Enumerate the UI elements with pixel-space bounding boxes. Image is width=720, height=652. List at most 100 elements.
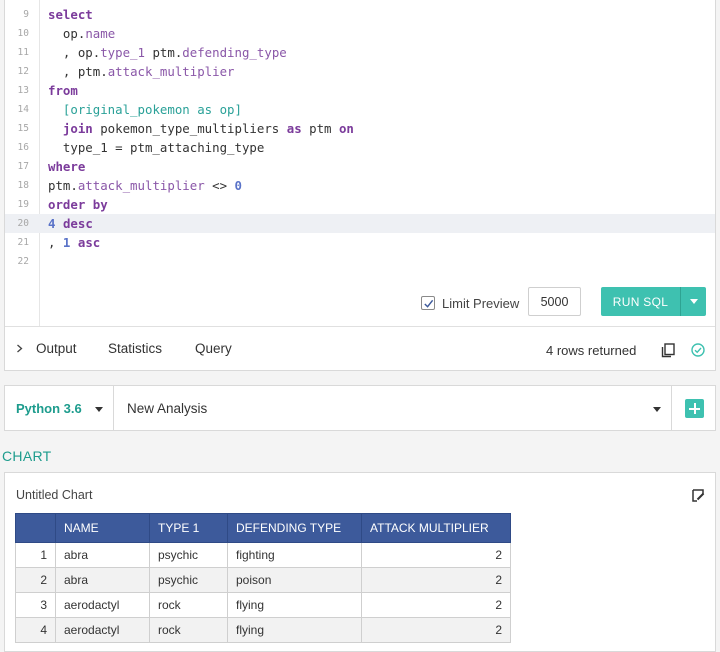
limit-preview-toggle[interactable]: Limit Preview	[421, 291, 519, 315]
code-line[interactable]: 22	[5, 252, 715, 271]
code-token: asc	[77, 235, 101, 250]
chart-title[interactable]: Untitled Chart	[16, 488, 92, 502]
code-token: [original_pokemon as op]	[62, 102, 242, 117]
code-text: op.name	[48, 24, 115, 43]
code-token: defending_type	[182, 45, 287, 60]
line-number: 11	[17, 47, 29, 58]
analysis-bar: Python 3.6 New Analysis	[4, 385, 716, 431]
code-line[interactable]: 20 4 desc	[5, 214, 715, 233]
table-cell: 2	[361, 592, 511, 618]
success-check-icon	[691, 343, 705, 357]
code-line[interactable]: 21 , 1 asc	[5, 233, 715, 252]
code-text: , ptm.attack_multiplier	[48, 62, 235, 81]
table-cell: psychic	[149, 567, 228, 593]
code-token: on	[338, 121, 354, 136]
table-row: 1 abra psychic fighting 2	[15, 542, 511, 568]
table-cell: psychic	[149, 542, 228, 568]
table-cell: fighting	[227, 542, 362, 568]
code-line[interactable]: 9 select	[5, 5, 715, 24]
code-token: ptm.	[144, 45, 183, 60]
line-number: 19	[17, 199, 29, 210]
line-number: 20	[17, 218, 29, 229]
code-text: ptm.attack_multiplier <> 0	[48, 176, 242, 195]
table-row: 2 abra psychic poison 2	[15, 567, 511, 593]
copy-icon[interactable]	[661, 343, 675, 358]
sql-editor[interactable]: 9 select 10 op.name 11 , op.type_1 ptm.defe…	[4, 0, 716, 371]
edit-chart-icon[interactable]	[692, 489, 705, 502]
kernel-label: Python 3.6	[16, 401, 82, 416]
code-token: name	[85, 26, 116, 41]
analysis-dropdown-chevron-icon[interactable]	[653, 407, 661, 412]
chevron-right-icon[interactable]	[15, 344, 24, 353]
kernel-select[interactable]: Python 3.6	[5, 386, 114, 430]
table-cell: flying	[227, 617, 362, 643]
checkmark-icon	[423, 299, 433, 308]
code-line[interactable]: 17 where	[5, 157, 715, 176]
code-line[interactable]: 13 from	[5, 81, 715, 100]
code-token: type_1	[100, 45, 145, 60]
code-line[interactable]: 12 , ptm.attack_multiplier	[5, 62, 715, 81]
limit-rows-input[interactable]	[528, 287, 581, 316]
code-line[interactable]: 16 type_1 = ptm_attaching_type	[5, 138, 715, 157]
line-number: 9	[23, 9, 29, 20]
tab-statistics[interactable]: Statistics	[108, 341, 162, 356]
line-number: 17	[17, 161, 29, 172]
code-line[interactable]: 10 op.name	[5, 24, 715, 43]
line-number: 15	[17, 123, 29, 134]
code-text: type_1 = ptm_attaching_type	[48, 138, 264, 157]
code-token: attack_multiplier	[77, 178, 205, 193]
column-header-defending-type[interactable]: DEFENDING TYPE	[227, 513, 362, 543]
code-token: ,	[48, 235, 63, 250]
table-cell: 2	[361, 567, 511, 593]
table-cell: 3	[15, 592, 56, 618]
code-line[interactable]: 15 join pokemon_type_multipliers as ptm …	[5, 119, 715, 138]
chevron-down-icon	[689, 299, 698, 304]
code-token: op.	[48, 26, 86, 41]
tab-query[interactable]: Query	[195, 341, 232, 356]
table-row: 4 aerodactyl rock flying 2	[15, 617, 511, 643]
table-cell: rock	[149, 592, 228, 618]
analysis-name[interactable]: New Analysis	[127, 401, 207, 416]
line-number: 16	[17, 142, 29, 153]
line-number: 10	[17, 28, 29, 39]
code-text: where	[48, 157, 85, 176]
code-text: [original_pokemon as op]	[48, 100, 242, 119]
rows-returned-text: 4 rows returned	[546, 343, 637, 358]
code-line[interactable]: 11 , op.type_1 ptm.defending_type	[5, 43, 715, 62]
limit-preview-label: Limit Preview	[442, 295, 520, 311]
code-text: order by	[48, 195, 108, 214]
code-token: type_1 = ptm_attaching_type	[48, 140, 265, 155]
code-line[interactable]: 18 ptm.attack_multiplier <> 0	[5, 176, 715, 195]
chart-heading: CHART	[2, 448, 52, 464]
chart-panel: Untitled Chart NAME TYPE 1 DEFENDING TYP…	[4, 472, 716, 652]
table-cell: 1	[15, 542, 56, 568]
column-header-index	[15, 513, 56, 543]
code-token: attack_multiplier	[107, 64, 235, 79]
code-token: select	[48, 7, 93, 22]
add-analysis-button[interactable]	[685, 399, 704, 418]
code-token: , op.	[48, 45, 101, 60]
code-text: , 1 asc	[48, 233, 100, 252]
code-text: , op.type_1 ptm.defending_type	[48, 43, 287, 62]
code-token: ptm	[301, 121, 339, 136]
code-token: <>	[204, 178, 235, 193]
run-options-dropdown[interactable]	[681, 287, 706, 316]
code-text: from	[48, 81, 78, 100]
column-header-name[interactable]: NAME	[55, 513, 150, 543]
tab-output[interactable]: Output	[36, 341, 77, 356]
code-token: from	[48, 83, 78, 98]
run-sql-button[interactable]: RUN SQL	[601, 287, 681, 316]
code-line[interactable]: 14 [original_pokemon as op]	[5, 100, 715, 119]
code-token: order by	[48, 197, 108, 212]
code-token: join	[62, 121, 93, 136]
limit-preview-checkbox[interactable]	[421, 296, 435, 310]
table-cell: aerodactyl	[55, 617, 150, 643]
column-header-attack-multiplier[interactable]: ATTACK MULTIPLIER	[361, 513, 511, 543]
code-line[interactable]: 19 order by	[5, 195, 715, 214]
column-header-type-1[interactable]: TYPE 1	[149, 513, 228, 543]
table-cell: rock	[149, 617, 228, 643]
table-cell: 2	[361, 617, 511, 643]
